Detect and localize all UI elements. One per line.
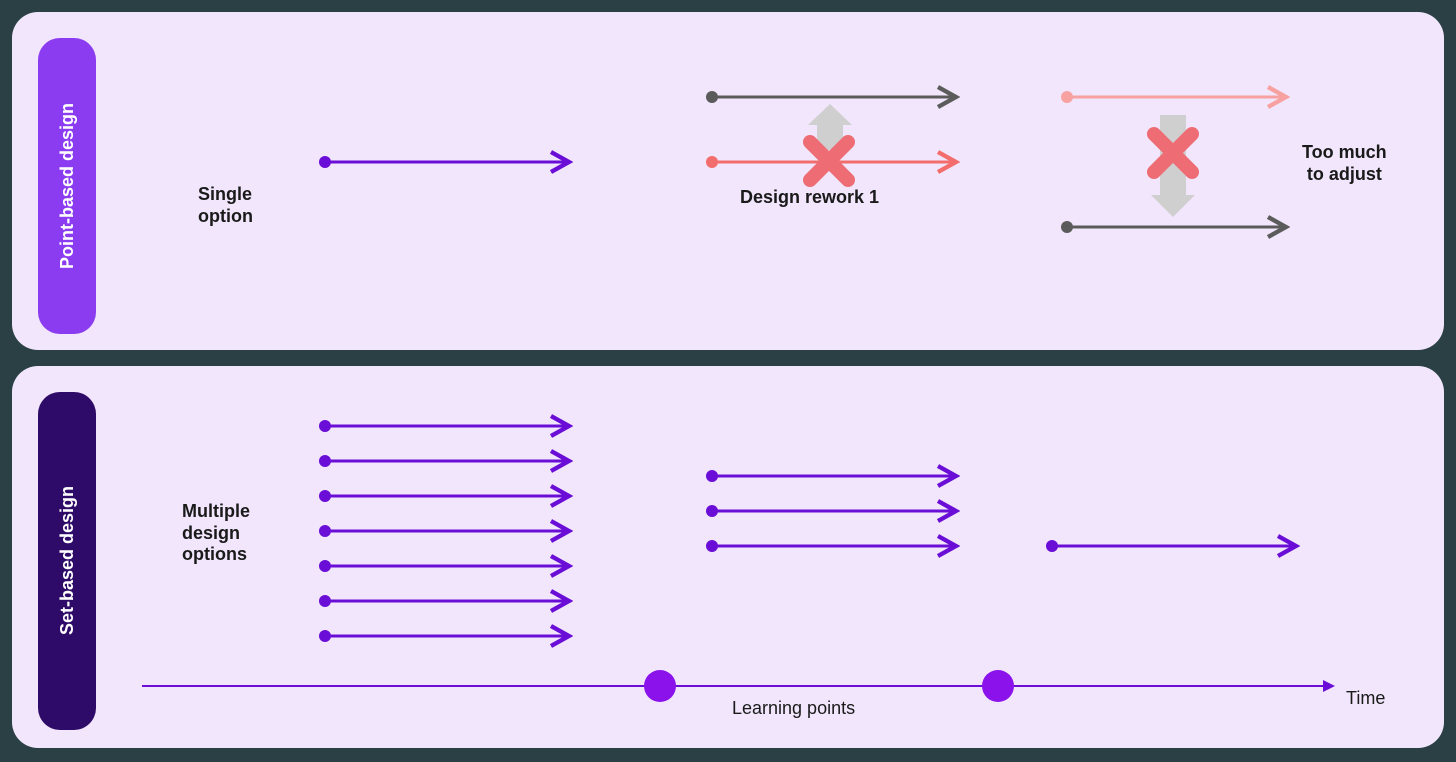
arrow-group-stage3 [1046, 540, 1294, 552]
panel-point-based: Point-based design Single option Design … [12, 12, 1444, 350]
arrow-group-stage2 [706, 470, 954, 552]
panel-set-based: Set-based design Multiple design options… [12, 366, 1444, 748]
top-diagram-svg [12, 12, 1444, 350]
learning-point-dot [982, 670, 1014, 702]
learning-point-dot [644, 670, 676, 702]
bottom-diagram-svg [12, 366, 1444, 748]
arrow-group-stage1 [319, 420, 567, 642]
